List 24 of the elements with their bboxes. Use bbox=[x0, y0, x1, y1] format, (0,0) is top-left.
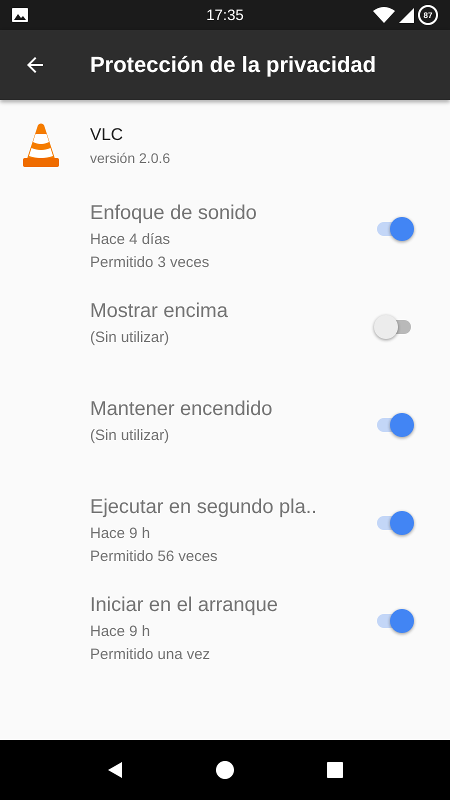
permission-title: Mostrar encima bbox=[90, 300, 229, 323]
recents-icon[interactable] bbox=[325, 760, 345, 780]
traffic-cone-icon bbox=[23, 122, 59, 168]
permission-detail: Hace 4 días bbox=[90, 231, 172, 248]
clock-time: 17:35 bbox=[206, 6, 244, 24]
battery-icon: 87 bbox=[418, 5, 438, 25]
permission-detail: Permitido 3 veces bbox=[90, 254, 210, 271]
home-icon[interactable] bbox=[215, 760, 235, 780]
wifi-icon bbox=[373, 7, 395, 23]
permission-title: Mantener encendido bbox=[90, 398, 274, 421]
permission-detail: (Sin utilizar) bbox=[90, 427, 170, 444]
permission-detail: Permitido 56 veces bbox=[90, 548, 219, 565]
app-name: VLC bbox=[90, 124, 124, 144]
permission-detail: Hace 9 h bbox=[90, 525, 152, 542]
image-icon bbox=[12, 8, 28, 22]
permission-detail: Hace 9 h bbox=[90, 623, 152, 640]
permission-detail: Permitido una vez bbox=[90, 646, 212, 663]
permission-title: Iniciar en el arranque bbox=[90, 594, 279, 617]
permission-detail: (Sin utilizar) bbox=[90, 329, 170, 346]
permission-title: Enfoque de sonido bbox=[90, 202, 258, 225]
signal-icon bbox=[399, 8, 414, 22]
app-version: versión 2.0.6 bbox=[90, 150, 170, 166]
screen-title: Protección de la privacidad bbox=[90, 52, 376, 78]
permission-title: Ejecutar en segundo pla.. bbox=[90, 496, 318, 519]
